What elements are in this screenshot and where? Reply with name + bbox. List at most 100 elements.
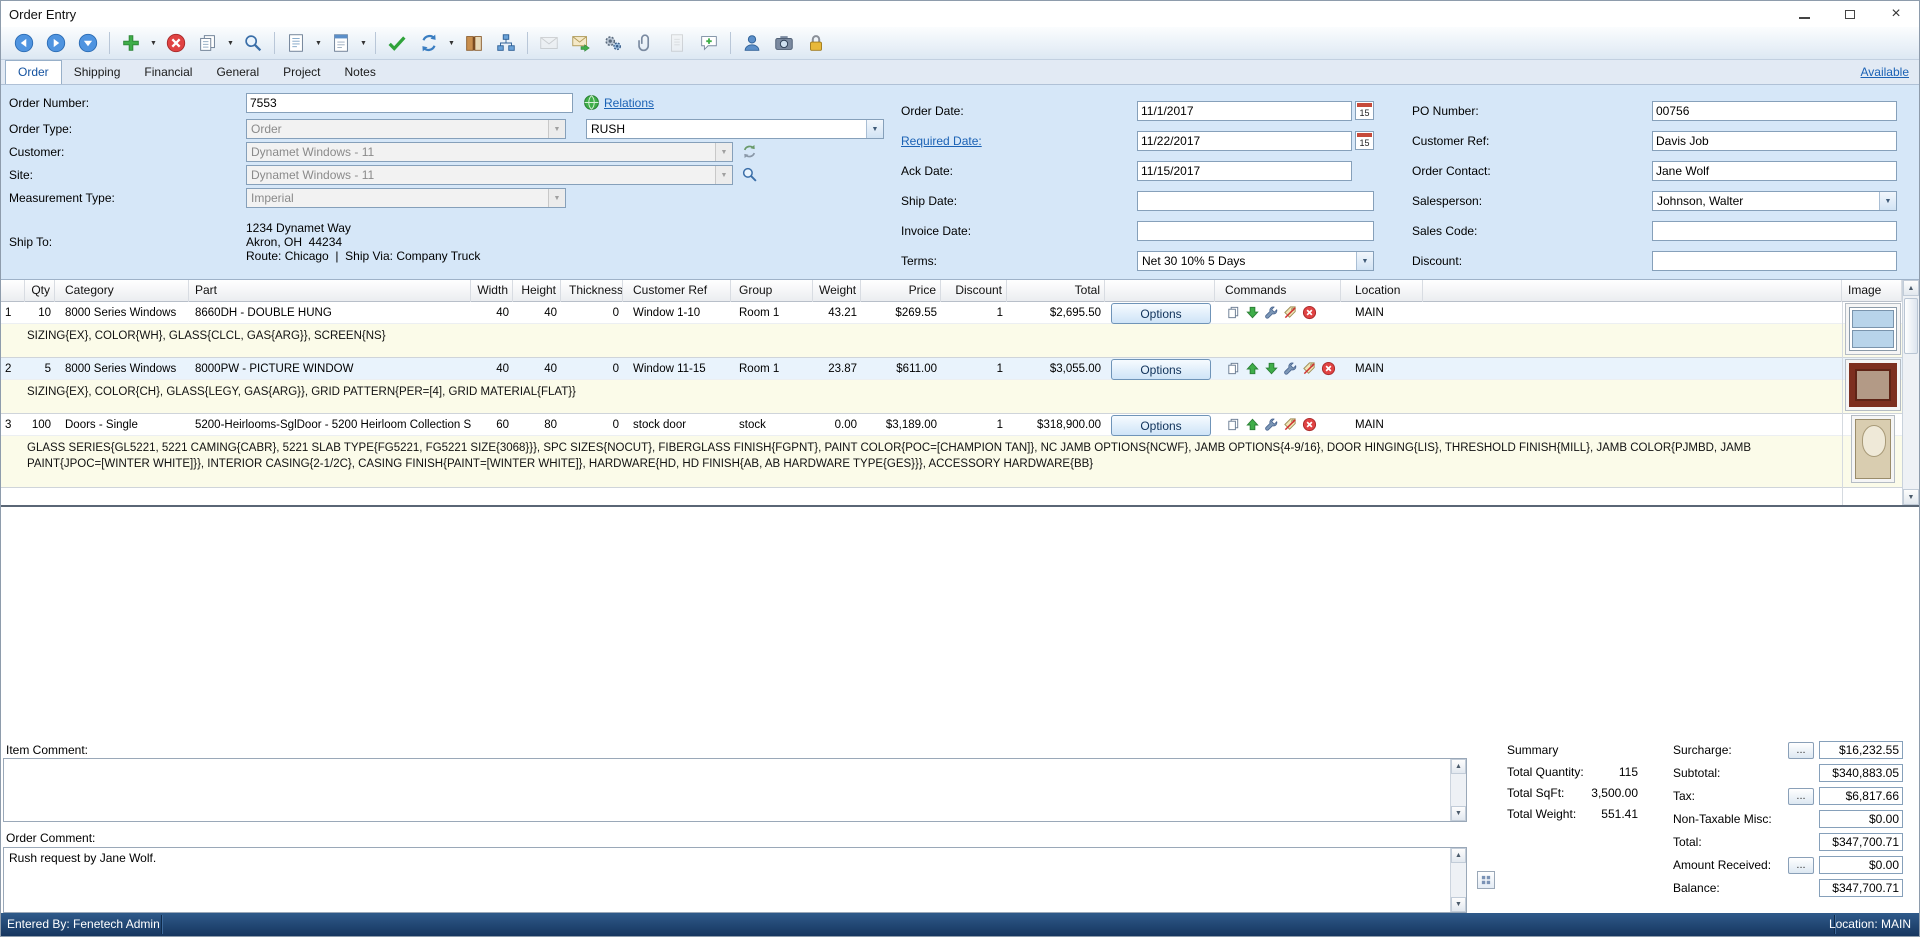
priority-combo[interactable]: RUSH▼: [586, 119, 884, 139]
order-contact-input[interactable]: [1652, 161, 1897, 181]
required-date-link[interactable]: Required Date:: [901, 134, 982, 148]
new-order-button[interactable]: [116, 29, 146, 57]
scrollbar-thumb[interactable]: [1904, 298, 1918, 354]
attachments-button[interactable]: [630, 29, 660, 57]
minimize-button[interactable]: [1787, 1, 1821, 27]
comment-scrollbar[interactable]: ▲▼: [1450, 759, 1466, 821]
salesperson-combo[interactable]: Johnson, Walter▼: [1652, 191, 1897, 211]
discount-input[interactable]: [1652, 251, 1897, 271]
table-row[interactable]: 2 5 8000 Series Windows 8000PW - PICTURE…: [1, 358, 1902, 380]
nav-down-button[interactable]: [73, 29, 103, 57]
col-header-customer-ref[interactable]: Customer Ref: [629, 280, 731, 302]
new-order-dropdown[interactable]: ▼: [148, 29, 159, 57]
po-number-input[interactable]: [1652, 101, 1897, 121]
total-value[interactable]: [1819, 833, 1903, 851]
search-orders-button[interactable]: [238, 29, 268, 57]
order-report-button[interactable]: [281, 29, 311, 57]
ship-date-input[interactable]: [1137, 191, 1374, 211]
scroll-up-button[interactable]: ▲: [1451, 759, 1466, 774]
surcharge-value[interactable]: [1819, 741, 1903, 759]
document-view-button[interactable]: [326, 29, 356, 57]
order-document-button[interactable]: [662, 29, 692, 57]
required-date-input[interactable]: [1137, 131, 1352, 151]
col-header-image[interactable]: Image: [1844, 280, 1902, 302]
close-button[interactable]: ×: [1879, 1, 1913, 27]
ack-date-input[interactable]: [1137, 161, 1352, 181]
scroll-up-button[interactable]: ▲: [1451, 848, 1466, 863]
options-button[interactable]: Options: [1111, 359, 1211, 380]
tab-notes[interactable]: Notes: [333, 61, 388, 84]
tax-more-button[interactable]: ...: [1788, 788, 1814, 805]
scroll-down-button[interactable]: ▼: [1451, 806, 1466, 821]
move-line-down-icon[interactable]: [1263, 360, 1280, 377]
picture-window-thumbnail[interactable]: [1845, 359, 1901, 411]
nav-back-button[interactable]: [9, 29, 39, 57]
edit-line-icon[interactable]: [1282, 360, 1299, 377]
order-type-combo[interactable]: Order▼: [246, 119, 566, 139]
delete-line-icon[interactable]: [1301, 304, 1318, 321]
move-line-up-icon[interactable]: [1244, 416, 1261, 433]
add-comment-button[interactable]: [694, 29, 724, 57]
site-search-icon[interactable]: [741, 166, 758, 183]
tab-financial[interactable]: Financial: [132, 61, 204, 84]
available-link[interactable]: Available: [1861, 65, 1909, 79]
recalculate-dropdown[interactable]: ▼: [446, 29, 457, 57]
col-header-thickness[interactable]: Thickness: [565, 280, 623, 302]
edit-line-icon[interactable]: [1263, 416, 1280, 433]
surcharge-more-button[interactable]: ...: [1788, 742, 1814, 759]
tab-general[interactable]: General: [204, 61, 271, 84]
price-line-icon[interactable]: [1282, 304, 1299, 321]
order-image-button[interactable]: [769, 29, 799, 57]
order-report-dropdown[interactable]: ▼: [313, 29, 324, 57]
lock-order-button[interactable]: [801, 29, 831, 57]
copy-line-icon[interactable]: [1225, 304, 1242, 321]
maximize-button[interactable]: [1833, 1, 1867, 27]
copy-order-dropdown[interactable]: ▼: [225, 29, 236, 57]
copy-line-icon[interactable]: [1225, 416, 1242, 433]
col-header-group[interactable]: Group: [735, 280, 813, 302]
comment-scrollbar[interactable]: ▲▼: [1450, 848, 1466, 912]
customer-combo[interactable]: Dynamet Windows - 11▼: [246, 142, 733, 162]
process-settings-button[interactable]: [598, 29, 628, 57]
col-header-width[interactable]: Width: [471, 280, 513, 302]
col-header-total[interactable]: Total: [1011, 280, 1105, 302]
relations-link[interactable]: Relations: [604, 96, 654, 110]
grid-scrollbar[interactable]: ▲ ▼: [1902, 280, 1919, 505]
tab-project[interactable]: Project: [271, 61, 332, 84]
col-header-height[interactable]: Height: [517, 280, 561, 302]
balance-value[interactable]: [1819, 879, 1903, 897]
item-comment-box[interactable]: ▲▼: [3, 758, 1467, 822]
comment-zoom-button[interactable]: [1477, 871, 1495, 889]
amount-received-value[interactable]: [1819, 856, 1903, 874]
subtotal-value[interactable]: [1819, 764, 1903, 782]
tab-order[interactable]: Order: [5, 60, 62, 84]
invoice-date-input[interactable]: [1137, 221, 1374, 241]
customer-ref-input[interactable]: [1652, 131, 1897, 151]
terms-combo[interactable]: Net 30 10% 5 Days▼: [1137, 251, 1374, 271]
validate-order-button[interactable]: [382, 29, 412, 57]
options-button[interactable]: Options: [1111, 415, 1211, 436]
double-hung-window-thumbnail[interactable]: [1845, 303, 1901, 355]
col-header-discount[interactable]: Discount: [945, 280, 1007, 302]
measurement-type-combo[interactable]: Imperial▼: [246, 188, 566, 208]
col-header-price[interactable]: Price: [865, 280, 941, 302]
row-number[interactable]: 2: [1, 358, 25, 379]
single-door-thumbnail[interactable]: [1851, 415, 1895, 483]
tab-shipping[interactable]: Shipping: [62, 61, 133, 84]
col-header-qty[interactable]: Qty: [25, 280, 55, 302]
delete-line-icon[interactable]: [1301, 416, 1318, 433]
order-number-input[interactable]: [246, 93, 573, 113]
nav-forward-button[interactable]: [41, 29, 71, 57]
sales-code-input[interactable]: [1652, 221, 1897, 241]
required-date-calendar-button[interactable]: 15: [1355, 131, 1374, 150]
customer-refresh-icon[interactable]: [741, 143, 758, 160]
nontaxable-misc-value[interactable]: [1819, 810, 1903, 828]
price-book-button[interactable]: [459, 29, 489, 57]
order-date-input[interactable]: [1137, 101, 1352, 121]
col-header-commands[interactable]: Commands: [1221, 280, 1341, 302]
scroll-up-button[interactable]: ▲: [1903, 280, 1919, 296]
col-header-location[interactable]: Location: [1351, 280, 1423, 302]
copy-order-button[interactable]: [193, 29, 223, 57]
scroll-down-button[interactable]: ▼: [1903, 489, 1919, 505]
order-date-calendar-button[interactable]: 15: [1355, 101, 1374, 120]
